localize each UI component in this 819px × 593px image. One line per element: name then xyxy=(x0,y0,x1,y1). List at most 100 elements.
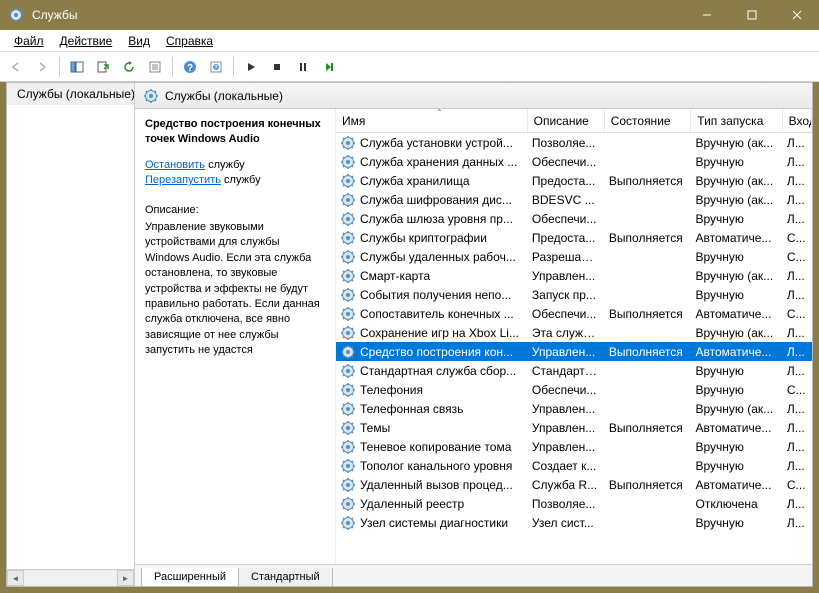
service-row[interactable]: Удаленный реестрПозволяе...ОтключенаЛ... xyxy=(336,494,812,513)
service-name-text: Служба хранилища xyxy=(360,174,470,188)
scroll-right-button[interactable]: ► xyxy=(117,570,134,586)
service-row[interactable]: Стандартная служба сбор...Стандартн...Вр… xyxy=(336,361,812,380)
service-row[interactable]: Тополог канального уровняСоздает к...Вру… xyxy=(336,456,812,475)
pane-header-title: Службы (локальные) xyxy=(165,89,283,103)
maximize-button[interactable] xyxy=(729,0,774,30)
pause-service-button[interactable] xyxy=(291,55,315,79)
col-logon[interactable]: Вход от имени xyxy=(783,109,812,132)
refresh-button[interactable] xyxy=(117,55,141,79)
services-grid: ⌃ Имя Описание Состояние Тип запуска Вхо… xyxy=(335,109,812,564)
stop-service-button[interactable] xyxy=(265,55,289,79)
grid-rows[interactable]: Служба установки устрой...Позволяе...Вру… xyxy=(336,133,812,564)
cell-logon: Л... xyxy=(783,269,812,283)
service-row[interactable]: Узел системы диагностикиУзел сист...Вруч… xyxy=(336,513,812,532)
cell-startup: Вручную xyxy=(691,212,782,226)
stop-link[interactable]: Остановить xyxy=(145,159,205,171)
cell-desc: Обеспечи... xyxy=(528,307,605,321)
close-button[interactable] xyxy=(774,0,819,30)
service-row[interactable]: Средство построения кон...Управлен...Вып… xyxy=(336,342,812,361)
service-row[interactable]: Смарт-картаУправлен...Вручную (ак...Л... xyxy=(336,266,812,285)
minimize-button[interactable] xyxy=(684,0,729,30)
service-row[interactable]: Телефонная связьУправлен...Вручную (ак..… xyxy=(336,399,812,418)
menu-file[interactable]: Файл xyxy=(6,32,52,50)
titlebar[interactable]: Службы xyxy=(0,0,819,30)
cell-status: Выполняется xyxy=(605,345,692,359)
tree-pane: Службы (локальные) ◄ ► xyxy=(7,83,135,586)
show-hide-tree-button[interactable] xyxy=(65,55,89,79)
client-area: Службы (локальные) ◄ ► Службы (локальные… xyxy=(6,82,813,587)
cell-logon: С... xyxy=(783,383,812,397)
help-topics-button[interactable]: ? xyxy=(204,55,228,79)
cell-startup: Вручную (ак... xyxy=(691,326,782,340)
cell-name: Служба шифрования дис... xyxy=(336,192,528,208)
restart-service-button[interactable] xyxy=(317,55,341,79)
col-status[interactable]: Состояние xyxy=(605,109,692,132)
col-startup[interactable]: Тип запуска xyxy=(691,109,782,132)
service-row[interactable]: Удаленный вызов процед...Служба R...Выпо… xyxy=(336,475,812,494)
cell-name: Средство построения кон... xyxy=(336,344,528,360)
cell-name: Службы криптографии xyxy=(336,230,528,246)
service-name-text: Удаленный вызов процед... xyxy=(360,478,513,492)
service-row[interactable]: События получения непо...Запуск пр...Вру… xyxy=(336,285,812,304)
service-icon xyxy=(340,230,356,246)
sort-indicator-icon: ⌃ xyxy=(436,109,443,117)
menu-help[interactable]: Справка xyxy=(158,32,221,50)
cell-startup: Вручную xyxy=(691,516,782,530)
service-name-text: Службы удаленных рабоч... xyxy=(360,250,516,264)
cell-logon: Л... xyxy=(783,440,812,454)
scroll-left-button[interactable]: ◄ xyxy=(7,570,24,586)
col-description[interactable]: Описание xyxy=(528,109,605,132)
tree-root-services[interactable]: Службы (локальные) xyxy=(7,83,134,105)
forward-button[interactable] xyxy=(30,55,54,79)
description-text: Управление звуковыми устройствами для сл… xyxy=(145,220,325,359)
service-row[interactable]: Службы удаленных рабоч...Разрешает...Вру… xyxy=(336,247,812,266)
cell-startup: Автоматиче... xyxy=(691,231,782,245)
service-row[interactable]: Службы криптографииПредоста...Выполняетс… xyxy=(336,228,812,247)
service-row[interactable]: Служба шлюза уровня пр...Обеспечи...Вруч… xyxy=(336,209,812,228)
cell-name: Смарт-карта xyxy=(336,268,528,284)
service-icon xyxy=(340,268,356,284)
start-service-button[interactable] xyxy=(239,55,263,79)
service-name-text: Сопоставитель конечных ... xyxy=(360,307,514,321)
menu-action[interactable]: Действие xyxy=(52,32,121,50)
service-name-text: Тополог канального уровня xyxy=(360,459,512,473)
service-row[interactable]: Теневое копирование томаУправлен...Вручн… xyxy=(336,437,812,456)
service-row[interactable]: Сопоставитель конечных ...Обеспечи...Вып… xyxy=(336,304,812,323)
service-row[interactable]: Служба хранилищаПредоста...ВыполняетсяВр… xyxy=(336,171,812,190)
service-row[interactable]: Служба установки устрой...Позволяе...Вру… xyxy=(336,133,812,152)
export-button[interactable] xyxy=(91,55,115,79)
col-name[interactable]: Имя xyxy=(336,109,528,132)
properties-button[interactable] xyxy=(143,55,167,79)
tree-hscrollbar[interactable]: ◄ ► xyxy=(7,569,134,586)
service-row[interactable]: ТемыУправлен...ВыполняетсяАвтоматиче...Л… xyxy=(336,418,812,437)
cell-logon: Л... xyxy=(783,193,812,207)
service-icon xyxy=(340,439,356,455)
cell-desc: Разрешает... xyxy=(528,250,605,264)
service-row[interactable]: ТелефонияОбеспечи...ВручнуюС... xyxy=(336,380,812,399)
service-name-text: Удаленный реестр xyxy=(360,497,464,511)
service-name-text: Телефонная связь xyxy=(360,402,463,416)
cell-name: Службы удаленных рабоч... xyxy=(336,249,528,265)
scroll-track[interactable] xyxy=(24,570,117,586)
back-button[interactable] xyxy=(4,55,28,79)
cell-logon: Л... xyxy=(783,516,812,530)
cell-startup: Вручную (ак... xyxy=(691,269,782,283)
service-row[interactable]: Служба хранения данных ...Обеспечи...Вру… xyxy=(336,152,812,171)
cell-logon: С... xyxy=(783,307,812,321)
tab-extended[interactable]: Расширенный xyxy=(141,568,239,586)
cell-logon: С... xyxy=(783,250,812,264)
tab-standard[interactable]: Стандартный xyxy=(238,568,333,586)
service-name-text: Телефония xyxy=(360,383,423,397)
service-row[interactable]: Сохранение игр на Xbox Li...Эта служб...… xyxy=(336,323,812,342)
menu-view[interactable]: Вид xyxy=(120,32,158,50)
cell-startup: Отключена xyxy=(691,497,782,511)
cell-desc: Обеспечи... xyxy=(528,212,605,226)
svg-text:?: ? xyxy=(214,65,218,71)
help-button[interactable]: ? xyxy=(178,55,202,79)
detail-panel: Средство построения конечных точек Windo… xyxy=(135,109,335,564)
restart-link[interactable]: Перезапустить xyxy=(145,174,221,186)
service-row[interactable]: Служба шифрования дис...BDESVC ...Вручну… xyxy=(336,190,812,209)
cell-logon: Л... xyxy=(783,212,812,226)
cell-desc: Создает к... xyxy=(528,459,605,473)
cell-startup: Автоматиче... xyxy=(691,478,782,492)
